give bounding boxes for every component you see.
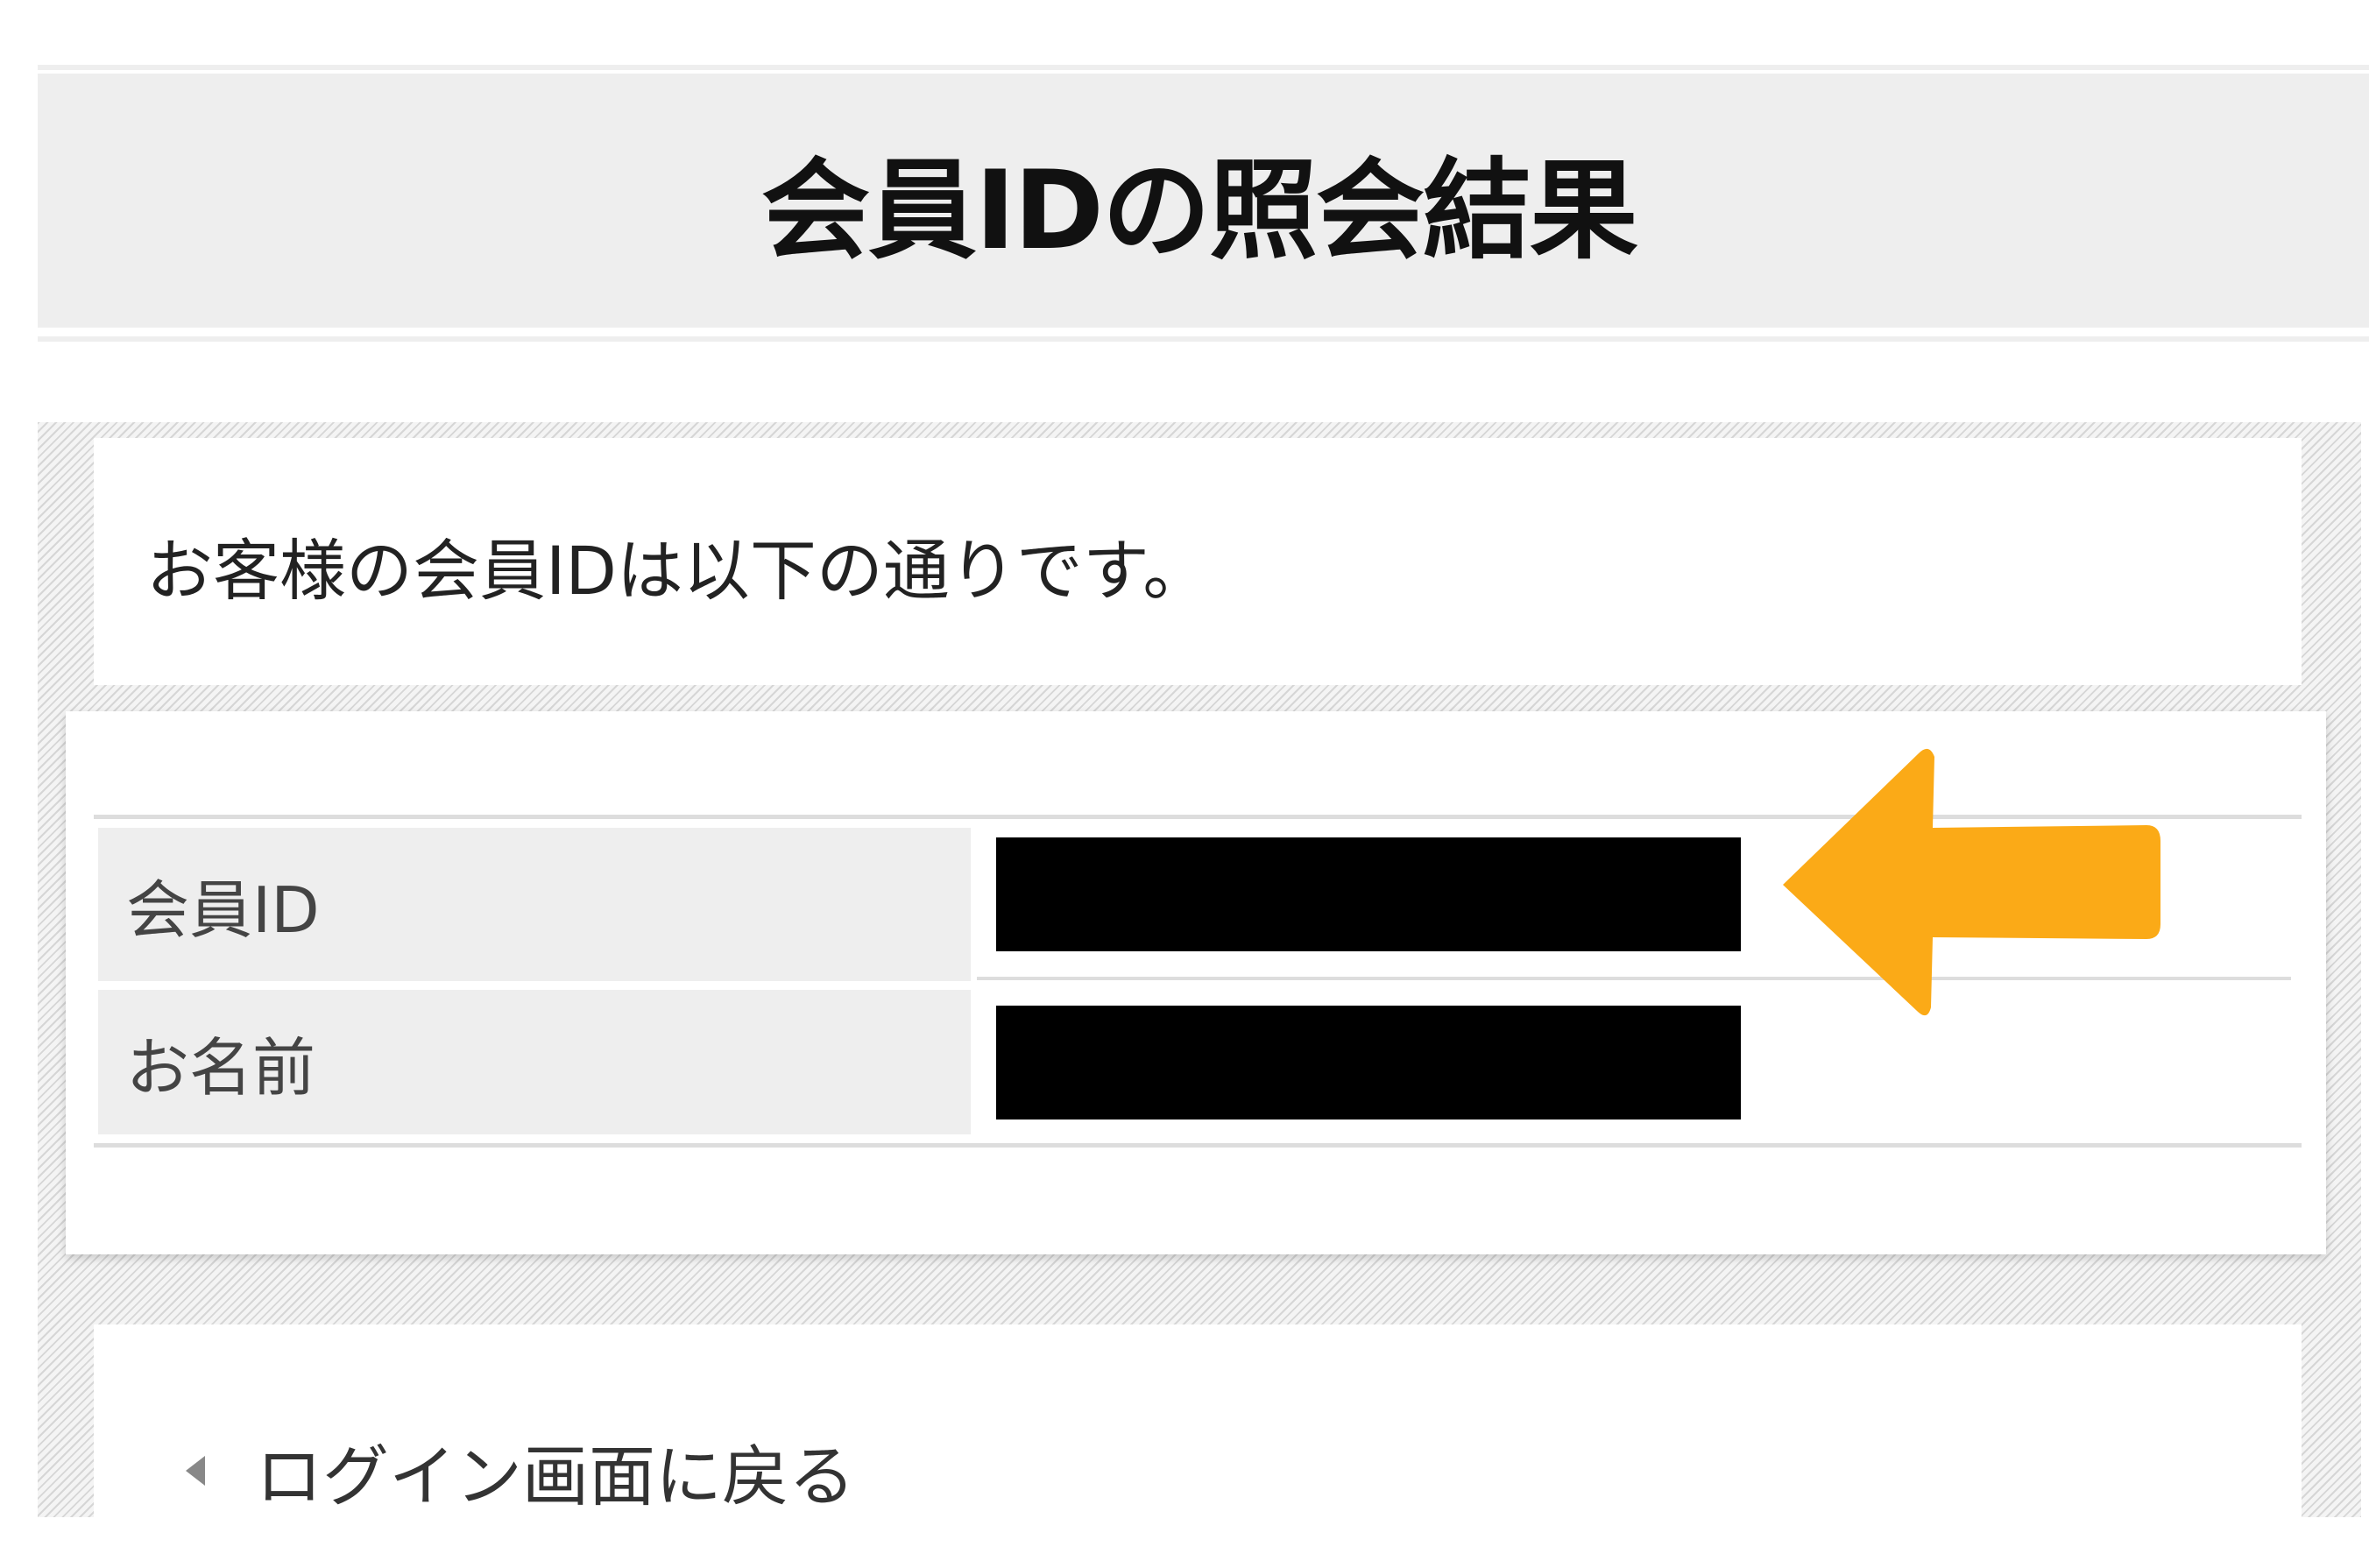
title-divider-top <box>38 65 2369 70</box>
annotation-arrow-icon <box>1783 748 2160 1016</box>
name-label: お名前 <box>126 1031 316 1105</box>
table-row-label-name: お名前 <box>98 990 971 1134</box>
intro-message: お客様の会員IDは以下の通りです。 <box>146 532 1210 610</box>
title-divider-bottom <box>38 336 2369 342</box>
footer-panel: ログイン画面に戻る <box>94 1324 2302 1568</box>
table-bottom-border <box>94 1143 2302 1148</box>
triangle-left-icon <box>186 1456 205 1486</box>
back-to-login-link[interactable]: ログイン画面に戻る <box>186 1423 855 1519</box>
name-value-redacted <box>996 1006 1741 1119</box>
back-to-login-label: ログイン画面に戻る <box>256 1437 855 1515</box>
title-bar: 会員IDの照会結果 <box>38 74 2369 328</box>
page-title: 会員IDの照会結果 <box>760 148 1638 274</box>
page: 会員IDの照会結果 お客様の会員IDは以下の通りです。 会員ID お名前 ログイ… <box>0 0 2369 1568</box>
table-row-label-member-id: 会員ID <box>98 828 971 981</box>
intro-panel: お客様の会員IDは以下の通りです。 <box>94 438 2302 685</box>
member-id-value-redacted <box>996 837 1741 951</box>
member-id-label: 会員ID <box>126 873 320 947</box>
